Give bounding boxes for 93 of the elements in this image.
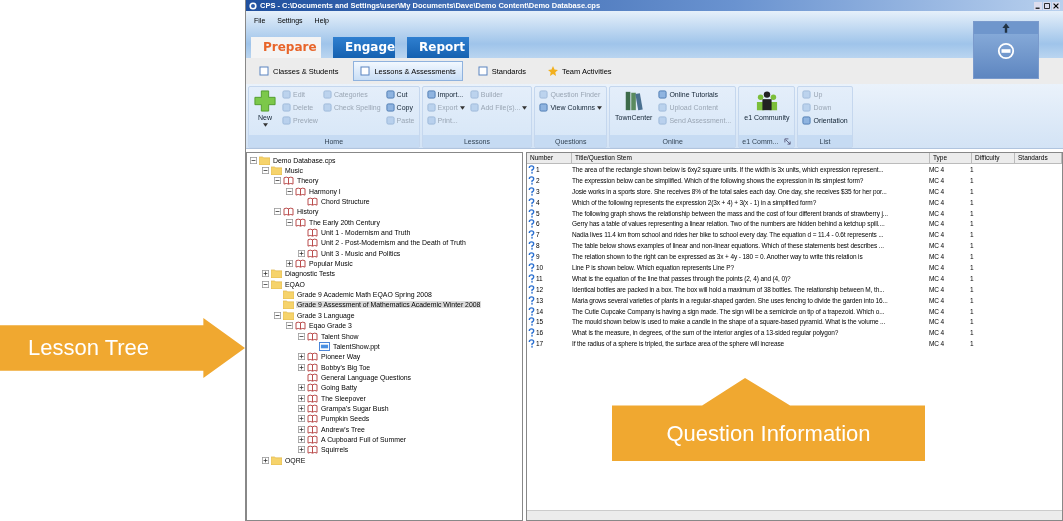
folder-icon bbox=[283, 300, 294, 310]
folder-icon bbox=[259, 155, 270, 165]
caret-icon bbox=[459, 105, 465, 110]
book-icon bbox=[307, 197, 318, 207]
book-icon bbox=[307, 383, 318, 393]
square-icon bbox=[539, 103, 549, 112]
expand-toggle[interactable] bbox=[298, 446, 305, 454]
people-icon bbox=[755, 90, 778, 112]
caret-icon bbox=[262, 123, 268, 127]
expand-toggle[interactable] bbox=[298, 249, 305, 257]
book-icon bbox=[307, 228, 318, 238]
book-icon bbox=[307, 445, 318, 455]
page-icon bbox=[477, 66, 488, 76]
folder-icon bbox=[271, 269, 282, 279]
square-icon bbox=[658, 90, 668, 99]
expand-toggle[interactable] bbox=[298, 384, 305, 392]
slide-file-icon bbox=[319, 341, 330, 351]
star-icon bbox=[547, 66, 558, 76]
book-icon bbox=[307, 248, 318, 258]
book-icon bbox=[307, 403, 318, 413]
book-icon bbox=[295, 259, 306, 269]
square-icon bbox=[802, 103, 812, 112]
expand-toggle[interactable] bbox=[262, 167, 269, 174]
folder-icon bbox=[283, 290, 294, 300]
square-icon bbox=[469, 103, 479, 112]
tab[interactable]: Engage bbox=[333, 37, 395, 58]
expand-toggle[interactable] bbox=[262, 456, 269, 464]
page-icon bbox=[360, 66, 371, 76]
book-icon bbox=[307, 352, 318, 362]
caret-icon bbox=[597, 105, 603, 110]
expand-toggle[interactable] bbox=[286, 187, 293, 195]
close-button[interactable] bbox=[1052, 1, 1060, 10]
expand-toggle[interactable] bbox=[274, 311, 281, 319]
expand-toggle[interactable] bbox=[298, 404, 305, 412]
tab[interactable]: Report bbox=[407, 37, 469, 58]
expand-toggle[interactable] bbox=[286, 322, 293, 330]
expand-toggle[interactable] bbox=[298, 332, 305, 340]
expand-toggle[interactable] bbox=[262, 280, 269, 288]
app-icon bbox=[249, 1, 257, 10]
expand-toggle[interactable] bbox=[298, 353, 305, 361]
expand-toggle[interactable] bbox=[286, 218, 293, 226]
square-icon bbox=[658, 103, 668, 112]
caret-icon bbox=[522, 105, 528, 110]
maximize-button[interactable] bbox=[1043, 1, 1051, 10]
expand-toggle[interactable] bbox=[286, 260, 293, 268]
square-icon bbox=[282, 116, 291, 125]
book-icon bbox=[307, 393, 318, 403]
minimize-button[interactable] bbox=[1034, 1, 1042, 10]
square-icon bbox=[385, 103, 395, 112]
book-icon bbox=[307, 238, 318, 248]
expand-toggle[interactable] bbox=[262, 270, 269, 278]
expand-toggle[interactable] bbox=[298, 435, 305, 443]
book-icon bbox=[307, 424, 318, 434]
expand-toggle[interactable] bbox=[298, 415, 305, 423]
expand-toggle[interactable] bbox=[298, 394, 305, 402]
square-icon bbox=[282, 103, 291, 112]
square-icon bbox=[469, 90, 479, 99]
square-icon bbox=[539, 90, 549, 99]
square-icon bbox=[282, 90, 291, 99]
expand-toggle[interactable] bbox=[298, 363, 305, 371]
square-icon bbox=[322, 103, 332, 112]
book-icon bbox=[295, 217, 306, 227]
expand-toggle[interactable] bbox=[274, 208, 281, 216]
book-icon bbox=[307, 434, 318, 444]
horizontal-scrollbar[interactable] bbox=[527, 510, 1062, 520]
book-icon bbox=[295, 321, 306, 331]
book-icon bbox=[307, 331, 318, 341]
book-icon bbox=[283, 207, 294, 217]
square-icon bbox=[426, 103, 436, 112]
square-icon bbox=[426, 90, 436, 99]
expand-toggle[interactable] bbox=[298, 425, 305, 433]
square-icon bbox=[658, 116, 668, 125]
dialog-launcher-icon[interactable] bbox=[784, 137, 792, 145]
expand-toggle[interactable] bbox=[250, 156, 257, 164]
folder-icon bbox=[271, 166, 282, 175]
book-icon bbox=[307, 372, 318, 382]
square-icon bbox=[802, 116, 812, 125]
page-icon bbox=[259, 66, 269, 76]
square-icon bbox=[426, 116, 436, 125]
expand-toggle[interactable] bbox=[274, 177, 281, 185]
plus-icon bbox=[254, 90, 276, 112]
book-icon bbox=[307, 362, 318, 372]
book-icon bbox=[283, 176, 294, 186]
folder-icon bbox=[271, 455, 282, 465]
book-icon bbox=[295, 186, 306, 196]
square-icon bbox=[385, 116, 395, 125]
square-icon bbox=[802, 90, 812, 99]
circle-icon[interactable] bbox=[997, 42, 1015, 60]
book-icon bbox=[307, 414, 318, 424]
folder-icon bbox=[271, 279, 282, 289]
square-icon bbox=[322, 90, 332, 99]
folder-icon bbox=[283, 310, 294, 320]
square-icon bbox=[385, 90, 395, 99]
